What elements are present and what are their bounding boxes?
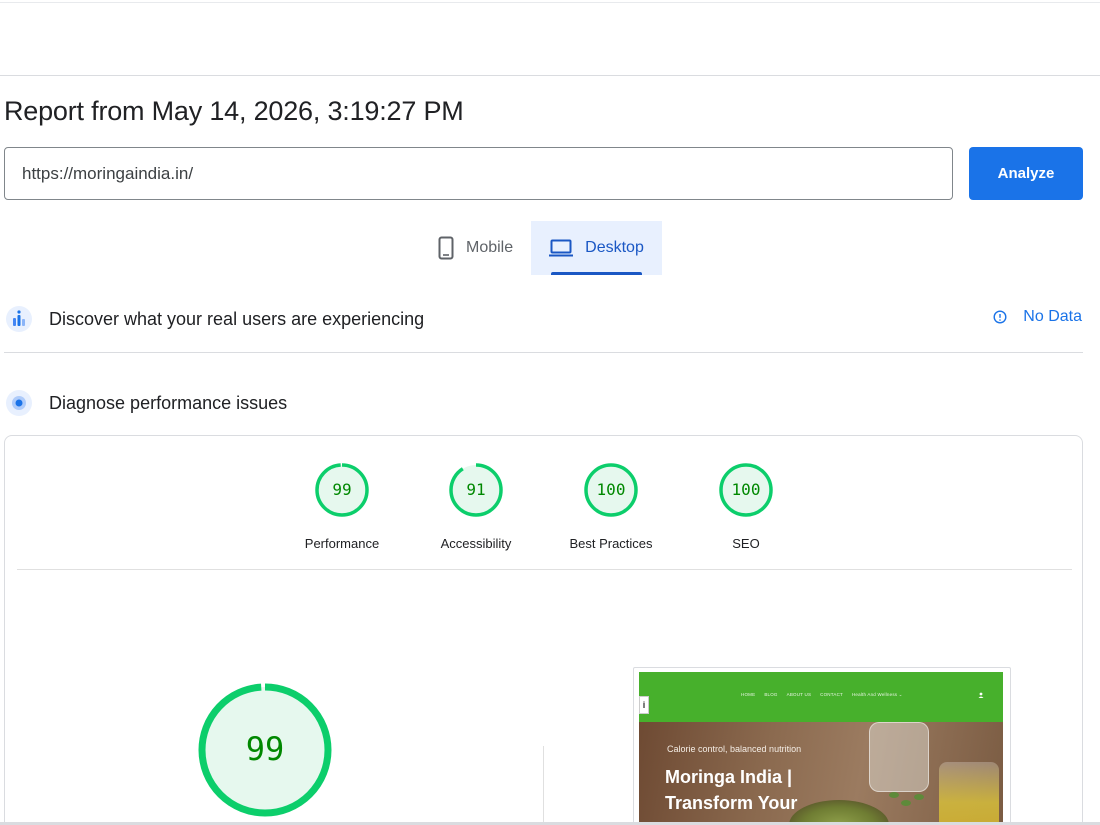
- section-divider: [4, 352, 1083, 353]
- preview-nav-item: CONTACT: [820, 692, 843, 697]
- hero-jar-image: [869, 722, 929, 792]
- hero-glass-image: [939, 762, 999, 825]
- preview-hero-subheading: Calorie control, balanced nutrition: [667, 744, 802, 754]
- gauge-accessibility-label: Accessibility: [440, 536, 512, 551]
- main-score-value: 99: [246, 730, 285, 768]
- gauge-performance[interactable]: 99 Performance: [282, 462, 402, 551]
- gauge-performance-value: 99: [332, 480, 351, 499]
- preview-nav-item: ABOUT US: [786, 692, 812, 697]
- info-icon: [993, 310, 1007, 324]
- url-input[interactable]: [4, 147, 953, 200]
- analyze-button[interactable]: Analyze: [969, 147, 1083, 200]
- main-performance-gauge: 99: [195, 680, 335, 825]
- diagnose-section-label: Diagnose performance issues: [49, 392, 288, 413]
- tab-mobile[interactable]: Mobile: [420, 221, 531, 275]
- gauge-performance-label: Performance: [304, 536, 380, 551]
- lighthouse-icon: [4, 388, 34, 418]
- tab-desktop[interactable]: Desktop: [531, 221, 662, 275]
- hero-leaf-image: [914, 794, 924, 800]
- card-divider: [17, 569, 1072, 570]
- no-data-label: No Data: [1023, 308, 1082, 325]
- crux-section-label: Discover what your real users are experi…: [49, 308, 425, 329]
- gauge-best-practices-value: 100: [597, 480, 626, 499]
- preview-nav-item: HOME: [741, 692, 756, 697]
- score-gauges: 99 Performance 91 Accessibility 100 Best…: [5, 462, 1084, 562]
- hero-leaf-image: [889, 792, 899, 798]
- top-header-band: [0, 0, 1100, 76]
- gauge-accessibility-value: 91: [466, 480, 485, 499]
- preview-nav-item: BLOG: [764, 692, 778, 697]
- gauge-seo-value: 100: [732, 480, 761, 499]
- preview-site-nav: i HOME BLOG ABOUT US CONTACT Health And …: [639, 672, 1003, 722]
- preview-hero-heading: Moringa India | Transform Your: [665, 767, 798, 813]
- vertical-divider: [543, 746, 544, 825]
- phone-icon: [438, 236, 454, 260]
- lighthouse-report-card: 99 Performance 91 Accessibility 100 Best…: [4, 435, 1083, 825]
- gauge-accessibility[interactable]: 91 Accessibility: [416, 462, 536, 551]
- diagnose-section-header: Diagnose performance issues: [4, 386, 1083, 420]
- page-screenshot-preview: i HOME BLOG ABOUT US CONTACT Health And …: [633, 667, 1011, 825]
- gauge-seo-label: SEO: [732, 536, 760, 551]
- preview-handle: i: [639, 696, 649, 714]
- crux-no-data: No Data: [993, 308, 1082, 326]
- tab-mobile-label: Mobile: [466, 239, 514, 256]
- hero-leaf-image: [901, 800, 911, 806]
- preview-nav-item: Health And Wellness ⌄: [851, 692, 903, 697]
- user-icon: [978, 692, 984, 698]
- gauge-seo[interactable]: 100 SEO: [686, 462, 806, 551]
- laptop-icon: [549, 239, 574, 257]
- gauge-best-practices-label: Best Practices: [569, 536, 653, 551]
- preview-hero: Calorie control, balanced nutrition Mori…: [639, 722, 1003, 825]
- gauge-best-practices[interactable]: 100 Best Practices: [551, 462, 671, 551]
- crux-users-icon: [4, 304, 34, 334]
- device-tabs: Mobile Desktop: [420, 221, 662, 275]
- preview-nav-items: HOME BLOG ABOUT US CONTACT Health And We…: [741, 692, 903, 698]
- report-title: Report from May 14, 2026, 3:19:27 PM: [4, 96, 464, 126]
- crux-section-header: Discover what your real users are experi…: [4, 302, 1083, 336]
- tab-desktop-label: Desktop: [585, 239, 644, 256]
